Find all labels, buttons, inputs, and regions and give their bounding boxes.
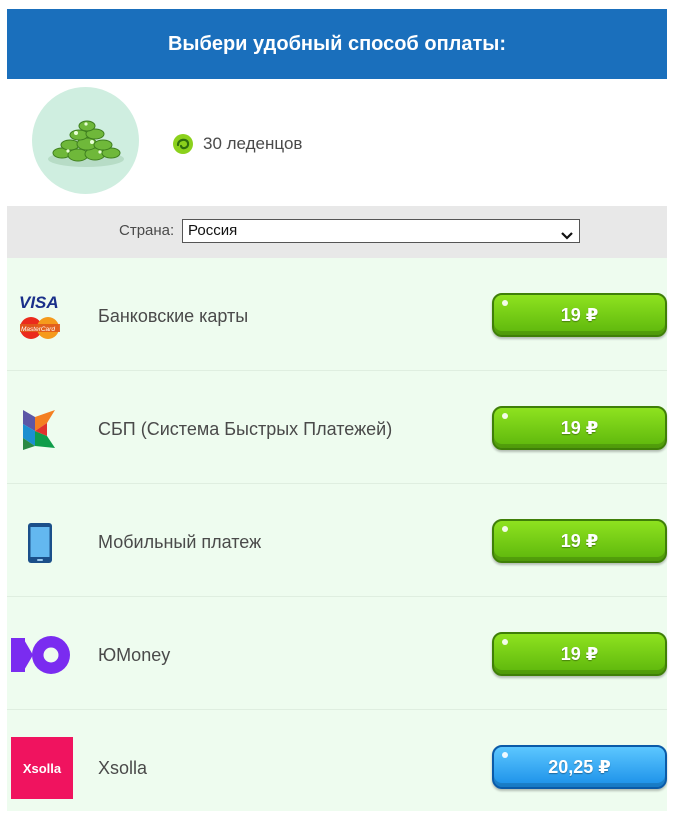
dialog-title: Выбери удобный способ оплаты: [167, 32, 507, 55]
payment-method-row[interactable]: ЮMoney 19 ₽ [7, 597, 667, 710]
payment-method-row[interactable]: СБП (Система Быстрых Платежей) 19 ₽ [7, 371, 667, 484]
button-shine [502, 300, 508, 306]
payment-dialog: Выбери удобный способ оплаты: 30 леденцо… [7, 9, 667, 811]
pay-bank-card-button[interactable]: 19 ₽ [492, 293, 667, 337]
product-label: 30 леденцов [203, 134, 303, 153]
price-label: 20,25 ₽ [548, 756, 611, 777]
yoomoney-icon [11, 624, 73, 686]
dialog-header: Выбери удобный способ оплаты: [7, 9, 667, 79]
price-label: 19 ₽ [560, 643, 599, 664]
sbp-icon [11, 398, 73, 460]
mastercard-text: MasterCard [21, 326, 55, 333]
button-shine [502, 413, 508, 419]
price-label: 19 ₽ [560, 417, 599, 438]
price-label: 19 ₽ [560, 530, 599, 551]
pay-xsolla-button[interactable]: 20,25 ₽ [492, 745, 667, 789]
mobile-phone-icon [11, 511, 73, 573]
pay-yoomoney-button[interactable]: 19 ₽ [492, 632, 667, 676]
payment-method-row[interactable]: Мобильный платеж 19 ₽ [7, 484, 667, 597]
country-selected-value: Россия [188, 222, 238, 239]
country-label: Страна: [119, 222, 175, 239]
visa-mastercard-icon: VISA MasterCard [11, 285, 73, 347]
button-shine [502, 752, 508, 758]
chevron-down-icon [561, 226, 573, 240]
country-bar: Страна: Россия [7, 206, 667, 258]
candies-pile-icon [32, 87, 139, 194]
payment-method-name: СБП (Система Быстрых Платежей) [98, 419, 393, 439]
xsolla-logo-text: Xsolla [23, 761, 62, 776]
payment-method-row[interactable]: VISA MasterCard Банковские карты 19 ₽ [7, 258, 667, 371]
payment-method-name: Банковские карты [98, 306, 249, 326]
payment-method-name: ЮMoney [98, 645, 171, 665]
xsolla-icon: Xsolla [11, 737, 73, 799]
pay-sbp-button[interactable]: 19 ₽ [492, 406, 667, 450]
country-select[interactable]: Россия [182, 219, 580, 243]
product-summary: 30 леденцов [7, 79, 667, 206]
visa-text: VISA [19, 293, 59, 312]
pay-mobile-button[interactable]: 19 ₽ [492, 519, 667, 563]
candy-icon [172, 133, 194, 155]
payment-method-row[interactable]: Xsolla Xsolla 20,25 ₽ [7, 710, 667, 823]
button-shine [502, 639, 508, 645]
payment-methods-list: VISA MasterCard Банковские карты 19 ₽ СБ… [7, 258, 667, 811]
price-label: 19 ₽ [560, 304, 599, 325]
payment-method-name: Мобильный платеж [98, 532, 262, 552]
button-shine [502, 526, 508, 532]
payment-method-name: Xsolla [98, 758, 148, 778]
